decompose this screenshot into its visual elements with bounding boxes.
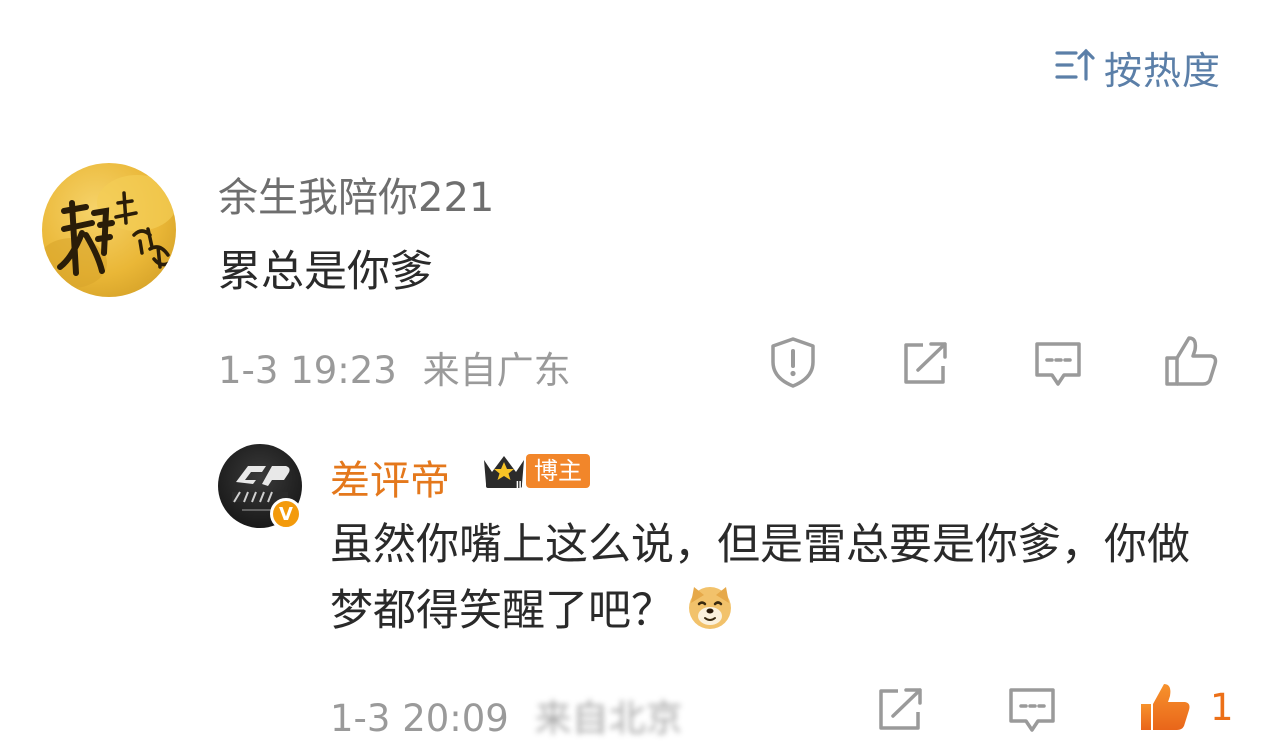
reply-time: 1-3 20:09: [330, 697, 509, 740]
comment-meta: 1-3 19:23 来自广东: [218, 340, 571, 394]
comment-time: 1-3 19:23: [218, 349, 397, 392]
avatar[interactable]: [42, 163, 176, 297]
verified-badge-icon: V: [270, 498, 302, 530]
sort-by-hot-button[interactable]: 按热度: [1054, 44, 1221, 93]
sort-label: 按热度: [1104, 48, 1222, 93]
like-icon[interactable]: [1163, 334, 1219, 392]
doge-emoji-icon: [686, 583, 734, 631]
reply-icon[interactable]: [1006, 685, 1058, 739]
reply-username[interactable]: 差评帝: [330, 448, 450, 506]
share-icon[interactable]: [876, 686, 926, 736]
comment-location: 来自广东: [422, 349, 571, 392]
like-count: 1: [1210, 686, 1234, 729]
reply-location: 来自北京: [534, 697, 683, 740]
comment-username[interactable]: 余生我陪你221: [218, 165, 494, 223]
reply-text-body: 虽然你嘴上这么说，但是雷总要是你爹，你做梦都得笑醒了吧？: [330, 520, 1190, 636]
reply-icon[interactable]: [1032, 339, 1084, 393]
svg-text:II: II: [516, 480, 522, 490]
sort-icon: [1054, 45, 1096, 89]
blogger-badge: 博主: [526, 454, 590, 488]
comment-text: 累总是你爹: [218, 247, 433, 297]
reply-meta: 1-3 20:09 来自北京: [330, 688, 683, 742]
avatar-calligraphy-image: [42, 175, 176, 288]
report-icon[interactable]: [768, 336, 818, 392]
share-icon[interactable]: [901, 340, 951, 390]
reply-text: 虽然你嘴上这么说，但是雷总要是你爹，你做梦都得笑醒了吧？: [330, 512, 1220, 644]
like-filled-icon[interactable]: [1137, 680, 1193, 738]
crown-level-icon: II: [478, 450, 530, 494]
